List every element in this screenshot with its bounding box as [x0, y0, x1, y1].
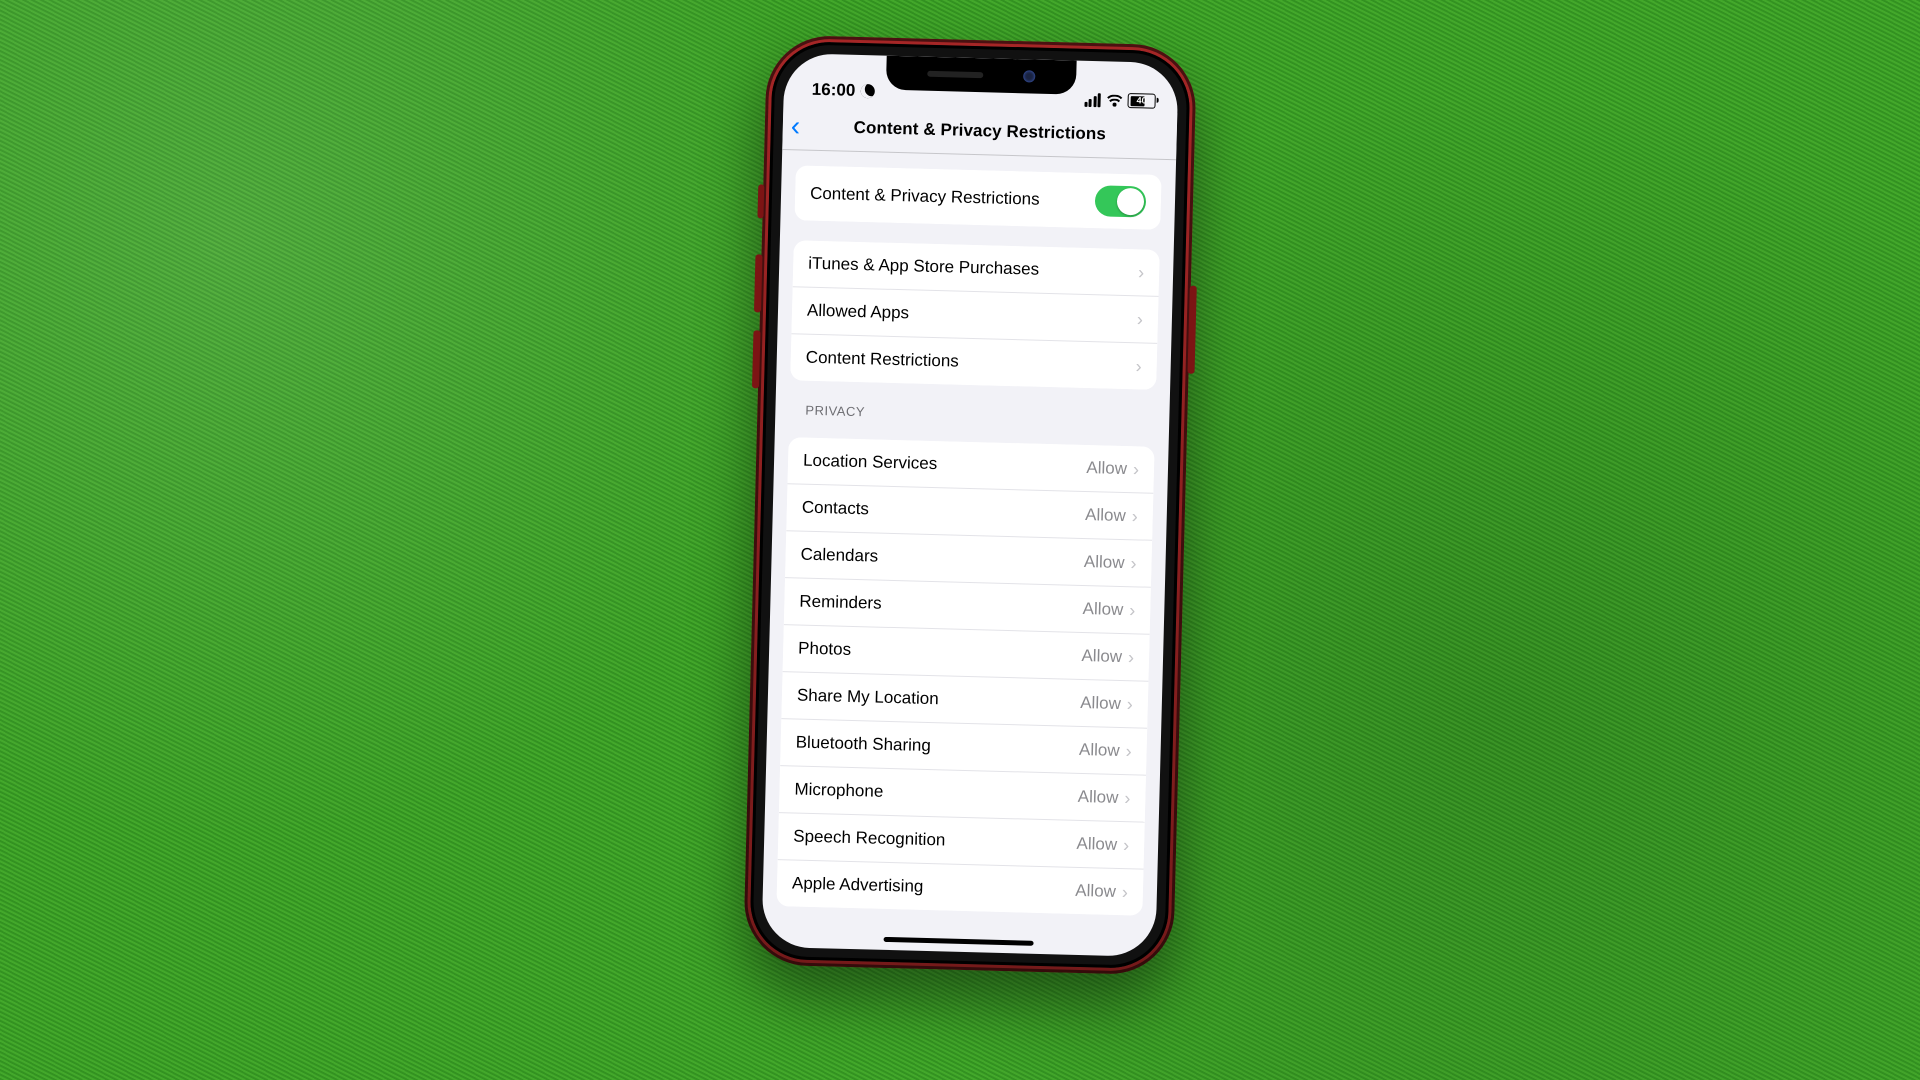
back-button[interactable]: ‹ [790, 103, 801, 149]
row-label: Reminders [799, 592, 1083, 619]
wifi-icon [1105, 94, 1122, 106]
row-label: Location Services [803, 451, 1087, 478]
row-label: Share My Location [797, 686, 1081, 713]
privacy-section-header: PRIVACY [805, 403, 1139, 427]
status-time: 16:00 [812, 80, 856, 101]
chevron-right-icon: › [1129, 600, 1136, 621]
row-label: Calendars [800, 545, 1084, 572]
content-privacy-toggle-row[interactable]: Content & Privacy Restrictions [794, 165, 1161, 230]
chevron-right-icon: › [1131, 506, 1138, 527]
row-value: Allow [1080, 693, 1121, 714]
toggle-switch-on[interactable] [1095, 185, 1147, 217]
row-label: Photos [798, 639, 1082, 666]
chevron-right-icon: › [1133, 459, 1140, 480]
row-label: Contacts [802, 498, 1086, 525]
master-toggle-group: Content & Privacy Restrictions [794, 165, 1161, 230]
chevron-right-icon: › [1130, 553, 1137, 574]
chevron-right-icon: › [1138, 262, 1145, 283]
earpiece-speaker [927, 71, 983, 78]
row-value: Allow [1085, 505, 1126, 526]
chevron-right-icon: › [1123, 835, 1130, 856]
page-title: Content & Privacy Restrictions [853, 118, 1106, 145]
cellular-signal-icon [1084, 92, 1101, 106]
row-label: Bluetooth Sharing [795, 733, 1079, 760]
row-value: Allow [1079, 740, 1120, 761]
iphone-device: 16:00 40 ‹ Content & Privacy Restriction… [743, 35, 1197, 976]
row-value: Allow [1081, 646, 1122, 667]
row-value: Allow [1084, 552, 1125, 573]
row-value: Allow [1078, 787, 1119, 808]
apple-advertising-row[interactable]: Apple Advertising Allow › [776, 859, 1143, 916]
row-value: Allow [1086, 458, 1127, 479]
main-links-group: iTunes & App Store Purchases › Allowed A… [790, 240, 1160, 390]
privacy-group: Location Services Allow › Contacts Allow… [776, 437, 1154, 915]
chevron-right-icon: › [1137, 309, 1144, 330]
phone-screen: 16:00 40 ‹ Content & Privacy Restriction… [761, 53, 1178, 957]
settings-scroll-view[interactable]: Content & Privacy Restrictions iTunes & … [761, 145, 1176, 957]
do-not-disturb-icon [861, 84, 875, 98]
chevron-right-icon: › [1135, 356, 1142, 377]
display-notch [886, 56, 1077, 95]
row-label: Speech Recognition [793, 826, 1077, 853]
mute-switch [757, 184, 764, 218]
chevron-right-icon: › [1127, 694, 1134, 715]
row-label: Microphone [794, 780, 1078, 807]
row-value: Allow [1075, 881, 1116, 902]
chevron-left-icon: ‹ [790, 110, 800, 142]
chevron-right-icon: › [1128, 647, 1135, 668]
row-value: Allow [1076, 834, 1117, 855]
chevron-right-icon: › [1122, 882, 1129, 903]
chevron-right-icon: › [1124, 788, 1131, 809]
row-value: Allow [1082, 599, 1123, 620]
chevron-right-icon: › [1125, 741, 1132, 762]
content-restrictions-row[interactable]: Content Restrictions › [790, 333, 1157, 390]
front-camera [1023, 70, 1035, 82]
row-label: Apple Advertising [792, 873, 1076, 900]
toggle-label: Content & Privacy Restrictions [810, 183, 1095, 210]
row-label: Allowed Apps [807, 301, 1137, 330]
row-label: Content Restrictions [806, 348, 1136, 377]
battery-icon: 40 [1127, 93, 1155, 109]
battery-percentage: 40 [1130, 94, 1152, 107]
row-label: iTunes & App Store Purchases [808, 254, 1138, 283]
